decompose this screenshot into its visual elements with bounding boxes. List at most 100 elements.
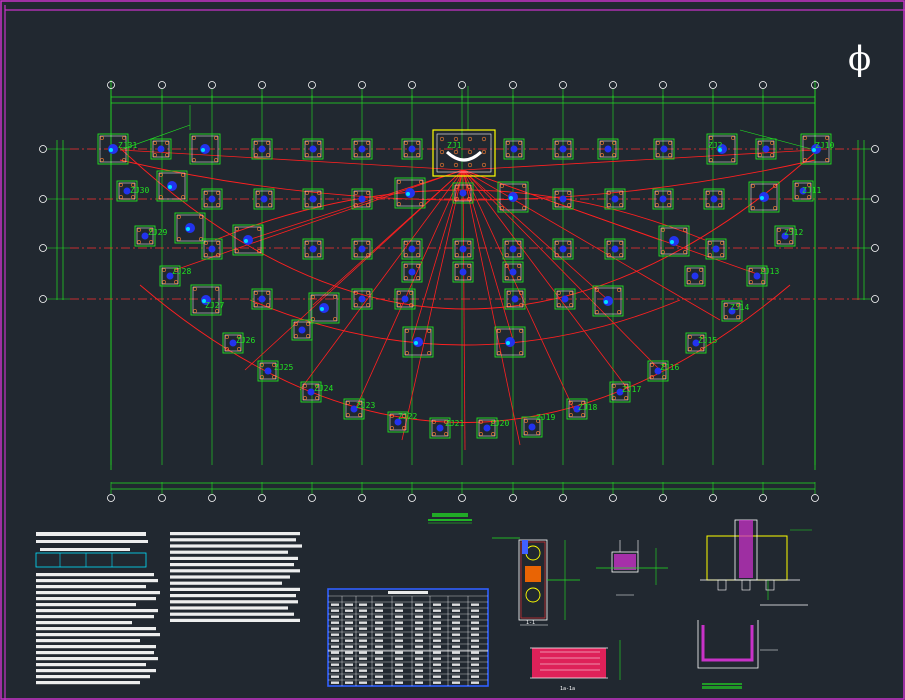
table-cell bbox=[415, 669, 423, 672]
table-cell bbox=[375, 675, 383, 678]
pile-marker bbox=[268, 191, 272, 195]
table-cell bbox=[452, 645, 460, 648]
pile-marker bbox=[404, 141, 408, 145]
outer-frame bbox=[0, 0, 905, 700]
pile-marker bbox=[405, 329, 409, 333]
pile-marker bbox=[390, 426, 394, 430]
pile-marker bbox=[709, 136, 713, 140]
pile-cap-labels: ZJ31 ZJ30 ZJ29 ZJ28 ZJ27 ZJ26 ZJ25 ZJ24 … bbox=[118, 141, 834, 428]
column-highlight bbox=[168, 185, 172, 189]
pile-marker bbox=[354, 241, 358, 245]
note-line bbox=[36, 675, 150, 679]
pile-marker bbox=[668, 141, 672, 145]
table-cell bbox=[415, 675, 423, 678]
table-cell bbox=[395, 621, 403, 624]
pile-marker bbox=[522, 206, 526, 210]
pile-marker bbox=[718, 191, 722, 195]
table-cell bbox=[471, 681, 479, 684]
column-marker bbox=[510, 145, 518, 153]
cap-label: ZJ19 bbox=[536, 413, 555, 422]
table-cell bbox=[345, 603, 353, 606]
table-cell bbox=[471, 675, 479, 678]
pile-marker bbox=[254, 291, 258, 295]
pile-marker bbox=[405, 351, 409, 355]
pile-marker bbox=[619, 241, 623, 245]
axis-bubble-bottom bbox=[559, 494, 567, 502]
note-line bbox=[170, 587, 300, 591]
pile-marker bbox=[569, 291, 573, 295]
pile-marker bbox=[305, 153, 309, 157]
axis-bubble-bottom bbox=[759, 494, 767, 502]
pile-marker bbox=[366, 203, 370, 207]
table-cell bbox=[359, 651, 367, 654]
pile-marker bbox=[650, 363, 654, 367]
pile-marker bbox=[149, 240, 153, 244]
axis-bubble-top bbox=[158, 81, 166, 89]
pile-marker bbox=[555, 191, 559, 195]
table-cell bbox=[345, 615, 353, 618]
pile-marker bbox=[481, 149, 487, 155]
pile-marker bbox=[699, 268, 703, 272]
column-highlight bbox=[670, 240, 674, 244]
pile-marker bbox=[467, 253, 471, 257]
table-cell bbox=[471, 645, 479, 648]
table-cell bbox=[395, 645, 403, 648]
pile-marker bbox=[699, 280, 703, 284]
pile-marker bbox=[751, 184, 755, 188]
pile-marker bbox=[439, 149, 445, 155]
table-cell bbox=[471, 609, 479, 612]
pile-marker bbox=[214, 158, 218, 162]
pile-marker bbox=[305, 203, 309, 207]
table-cell bbox=[345, 621, 353, 624]
table-cell bbox=[395, 663, 403, 666]
table-cell bbox=[433, 609, 441, 612]
pile-marker bbox=[718, 203, 722, 207]
pile-marker bbox=[162, 268, 166, 272]
pile-marker bbox=[518, 141, 522, 145]
table-cell bbox=[345, 657, 353, 660]
table-cell bbox=[395, 657, 403, 660]
axis-bubble-bottom bbox=[659, 494, 667, 502]
note-line bbox=[170, 575, 290, 579]
table-cell bbox=[415, 657, 423, 660]
note-line bbox=[170, 612, 294, 616]
pile-marker bbox=[193, 309, 197, 313]
pile-marker bbox=[736, 315, 740, 319]
note-line bbox=[170, 556, 298, 560]
note-line bbox=[36, 681, 140, 685]
column-highlight bbox=[406, 192, 410, 196]
pile-marker bbox=[317, 241, 321, 245]
pile-marker bbox=[524, 431, 528, 435]
pile-marker bbox=[416, 276, 420, 280]
pile-marker bbox=[333, 317, 337, 321]
cap-label: ZJ11 bbox=[802, 186, 821, 195]
table-cell bbox=[375, 603, 383, 606]
pile-table bbox=[327, 588, 489, 687]
column-marker bbox=[358, 245, 366, 253]
note-line bbox=[170, 532, 300, 536]
pile-marker bbox=[795, 195, 799, 199]
note-line bbox=[36, 651, 154, 655]
table-cell bbox=[415, 645, 423, 648]
table-cell bbox=[375, 681, 383, 684]
pile-marker bbox=[807, 195, 811, 199]
table-cell bbox=[331, 627, 339, 630]
table-cell bbox=[471, 615, 479, 618]
table-cell bbox=[345, 663, 353, 666]
pile-marker bbox=[687, 280, 691, 284]
note-line bbox=[36, 633, 160, 637]
pile-marker bbox=[555, 141, 559, 145]
pile-marker bbox=[131, 195, 135, 199]
pile-marker bbox=[770, 153, 774, 157]
pile-marker bbox=[444, 432, 448, 436]
plan-title-block bbox=[432, 513, 468, 517]
pile-marker bbox=[567, 191, 571, 195]
pile-marker bbox=[467, 149, 473, 155]
column-marker bbox=[459, 189, 467, 197]
pile-marker bbox=[619, 253, 623, 257]
table-cell bbox=[452, 663, 460, 666]
table-cell bbox=[345, 645, 353, 648]
axis-bubble-top bbox=[509, 81, 517, 89]
pile-marker bbox=[305, 141, 309, 145]
pile-marker bbox=[467, 264, 471, 268]
